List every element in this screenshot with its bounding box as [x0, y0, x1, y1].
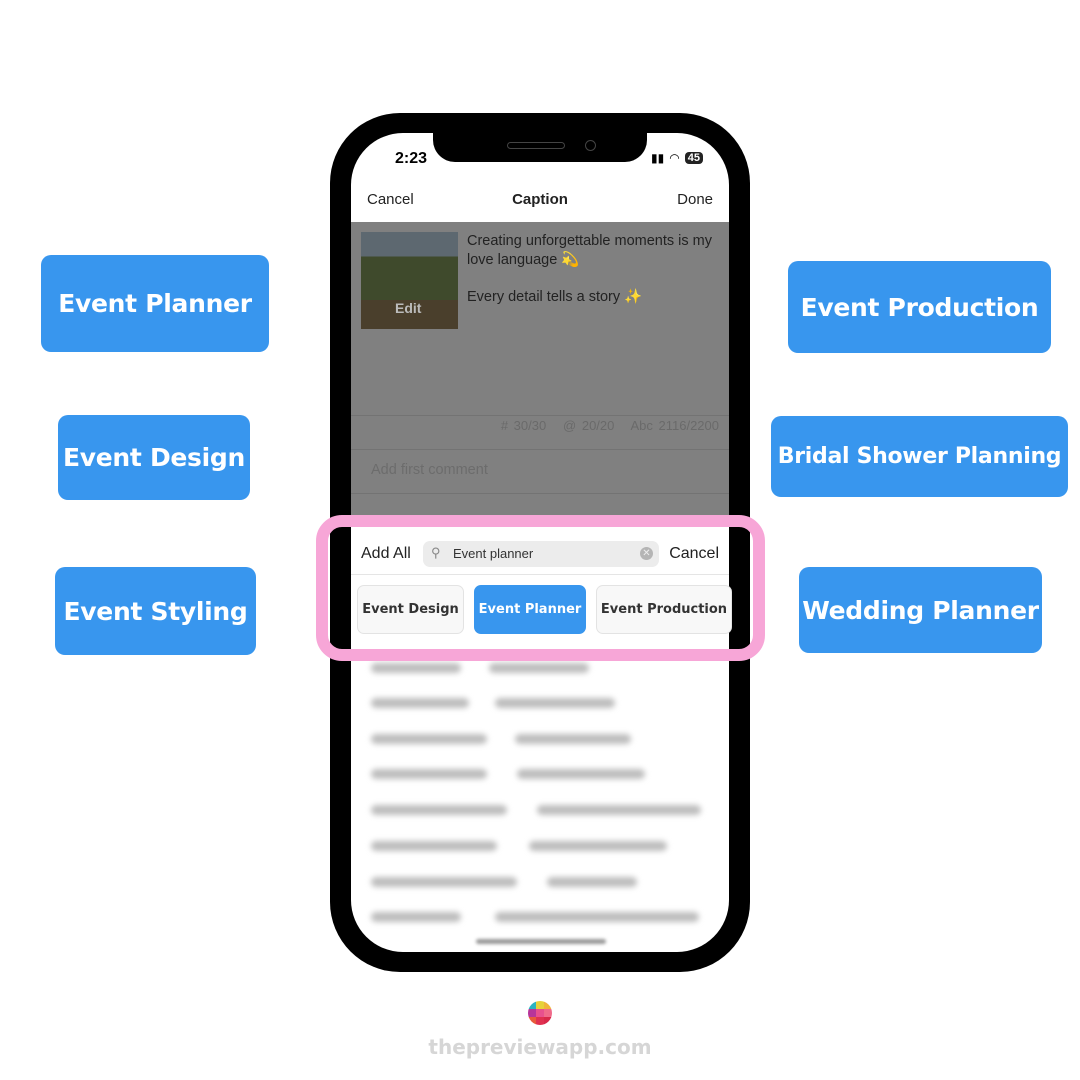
- preview-app-logo: [528, 1001, 552, 1025]
- done-button[interactable]: Done: [677, 191, 713, 208]
- footer-url: thepreviewapp.com: [428, 1035, 652, 1059]
- caption-line: Every detail tells a story ✨: [467, 289, 643, 305]
- caption-text[interactable]: Creating unforgettable moments is my lov…: [467, 232, 722, 307]
- tag-event-design: Event Design: [58, 415, 250, 500]
- highlight-frame: [316, 515, 765, 661]
- page-title: Caption: [512, 191, 568, 208]
- home-indicator: [476, 939, 606, 944]
- battery-icon: 45: [684, 152, 703, 164]
- wifi-icon: ◠: [669, 151, 680, 165]
- char-count: Abc 2116/2200: [630, 418, 720, 433]
- nav-bar: Cancel Caption Done: [351, 191, 729, 221]
- tag-wedding-planner: Wedding Planner: [799, 567, 1042, 653]
- tag-event-planner: Event Planner: [41, 255, 269, 352]
- notch: [433, 133, 647, 162]
- tag-event-styling: Event Styling: [55, 567, 256, 655]
- post-thumbnail[interactable]: Edit: [361, 232, 458, 329]
- edit-label: Edit: [395, 300, 422, 316]
- status-icons: ▮▮ ◠ 45: [651, 151, 703, 165]
- mention-count: @ 20/20: [563, 418, 615, 433]
- caption-line: Creating unforgettable moments is my lov…: [467, 233, 712, 268]
- caption-counts: # 30/30 @ 20/20 Abc 2116/2200: [501, 418, 719, 433]
- tag-bridal-shower-planning: Bridal Shower Planning: [771, 416, 1068, 497]
- first-comment-input[interactable]: Add first comment: [371, 462, 488, 478]
- status-time: 2:23: [395, 150, 428, 167]
- hashtag-count: # 30/30: [500, 418, 547, 433]
- signal-icon: ▮▮: [651, 151, 665, 165]
- tag-event-production: Event Production: [788, 261, 1051, 353]
- caption-editor: Edit Creating unforgettable moments is m…: [351, 222, 729, 522]
